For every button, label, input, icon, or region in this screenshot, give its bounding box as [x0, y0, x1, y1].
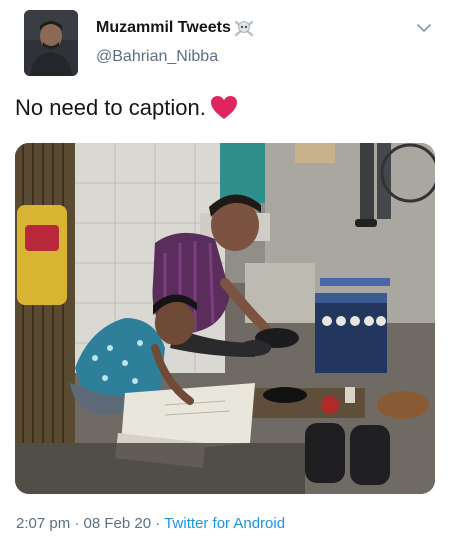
user-handle[interactable]: @Bahrian_Nibba — [96, 48, 255, 66]
meta-separator: · — [155, 515, 161, 532]
chevron-down-icon[interactable] — [416, 20, 432, 36]
display-name[interactable]: Muzammil Tweets — [96, 19, 231, 37]
tweet-text: No need to caption. — [15, 95, 238, 121]
tweet-meta: 2:07 pm · 08 Feb 20 · Twitter for Androi… — [16, 515, 285, 532]
tweet-source-link[interactable]: Twitter for Android — [164, 515, 285, 532]
tweet-header: Muzammil Tweets @Bahrian_Nibba — [18, 10, 438, 76]
avatar[interactable] — [24, 10, 78, 76]
user-info: Muzammil Tweets @Bahrian_Nibba — [96, 16, 255, 66]
tweet-card: Muzammil Tweets @Bahrian_Nibba No need t… — [0, 0, 450, 541]
tweet-date[interactable]: 08 Feb 20 — [84, 515, 152, 532]
red-heart-icon — [210, 95, 238, 121]
tweet-text-content: No need to caption. — [15, 95, 206, 120]
skull-and-crossbones-icon — [233, 19, 255, 37]
display-name-row[interactable]: Muzammil Tweets — [96, 16, 255, 40]
tweet-photo[interactable] — [15, 143, 435, 494]
tweet-time[interactable]: 2:07 pm — [16, 515, 70, 532]
meta-separator: · — [74, 515, 80, 532]
